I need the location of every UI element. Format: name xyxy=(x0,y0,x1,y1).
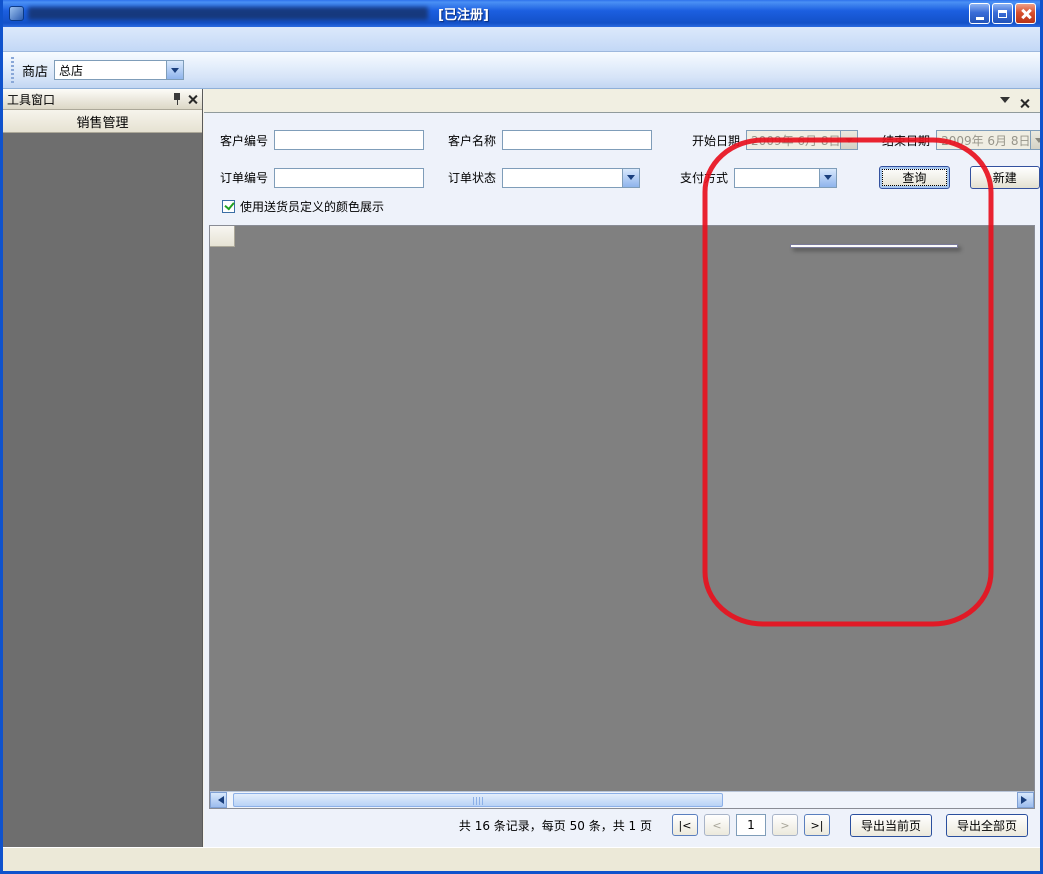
toolbar-grip xyxy=(11,57,14,83)
order-no-input[interactable] xyxy=(274,168,424,188)
chevron-down-icon[interactable] xyxy=(622,169,639,187)
end-date-value: 2009年 6月 8日 xyxy=(937,132,1030,149)
next-page-button[interactable]: > xyxy=(772,814,798,836)
start-date-label: 开始日期 xyxy=(692,132,740,149)
order-no-label: 订单编号 xyxy=(220,169,268,186)
new-button[interactable]: 新建 xyxy=(970,166,1040,189)
order-status-label: 订单状态 xyxy=(448,169,496,186)
pay-method-select[interactable] xyxy=(734,168,837,188)
pager: 共 16 条记录，每页 50 条，共 1 页 |< < 1 > >| 导出当前页… xyxy=(204,809,1040,847)
tab-list-dropdown-icon[interactable] xyxy=(1000,97,1010,108)
scroll-left-icon[interactable] xyxy=(210,792,227,808)
title-registered-badge: [已注册] xyxy=(438,4,489,23)
status-bar xyxy=(3,847,1040,871)
minimize-icon xyxy=(976,17,984,20)
end-date-picker[interactable]: 2009年 6月 8日 xyxy=(936,130,1043,150)
export-current-page-button[interactable]: 导出当前页 xyxy=(850,814,932,837)
horizontal-scrollbar[interactable] xyxy=(210,791,1034,808)
chevron-down-icon xyxy=(840,131,857,149)
chevron-down-icon[interactable] xyxy=(166,61,183,79)
start-date-picker[interactable]: 2009年 6月 8日 xyxy=(746,130,858,150)
customer-no-input[interactable] xyxy=(274,130,424,150)
close-icon[interactable] xyxy=(188,94,198,104)
toolbar: 商店 总店 xyxy=(3,52,1040,89)
export-all-pages-button[interactable]: 导出全部页 xyxy=(946,814,1028,837)
shop-select-value: 总店 xyxy=(55,62,166,79)
chevron-down-icon[interactable] xyxy=(819,169,836,187)
title-redacted-text xyxy=(28,7,428,20)
context-menu xyxy=(790,244,958,248)
close-button[interactable] xyxy=(1015,3,1036,24)
order-status-select[interactable] xyxy=(502,168,640,188)
app-window: [已注册] 商店 总店 工具窗口 销售管理 xyxy=(0,0,1043,874)
tool-window-sidebar: 工具窗口 销售管理 xyxy=(3,89,203,847)
minimize-button[interactable] xyxy=(969,3,990,24)
query-button[interactable]: 查询 xyxy=(879,166,949,189)
chevron-down-icon xyxy=(1030,131,1043,149)
scrollbar-thumb[interactable] xyxy=(233,793,723,807)
shop-label: 商店 xyxy=(22,61,48,80)
tool-window-title: 工具窗口 xyxy=(7,91,55,108)
maximize-button[interactable] xyxy=(992,3,1013,24)
close-icon xyxy=(1021,9,1031,19)
tab-close-icon[interactable] xyxy=(1020,98,1030,108)
shop-select[interactable]: 总店 xyxy=(54,60,184,80)
page-number[interactable]: 1 xyxy=(736,814,766,836)
customer-name-label: 客户名称 xyxy=(448,132,496,149)
last-page-button[interactable]: >| xyxy=(804,814,830,836)
pay-method-label: 支付方式 xyxy=(680,169,728,186)
title-bar: [已注册] xyxy=(3,0,1040,27)
customer-no-label: 客户编号 xyxy=(220,132,268,149)
tab-strip xyxy=(204,89,1040,113)
scroll-right-icon[interactable] xyxy=(1017,792,1034,808)
app-icon xyxy=(9,6,24,21)
maximize-icon xyxy=(998,10,1007,18)
driver-color-checkbox[interactable] xyxy=(222,200,235,213)
filter-form: 客户编号 客户名称 开始日期 2009年 6月 8日 结束日期 2009年 6月… xyxy=(204,113,1040,225)
pin-icon[interactable] xyxy=(172,93,182,105)
prev-page-button[interactable]: < xyxy=(704,814,730,836)
end-date-label: 结束日期 xyxy=(882,132,930,149)
start-date-value: 2009年 6月 8日 xyxy=(747,132,840,149)
sidebar-section-sales[interactable]: 销售管理 xyxy=(3,110,202,133)
record-summary: 共 16 条记录，每页 50 条，共 1 页 xyxy=(459,817,652,834)
menu-bar xyxy=(3,27,1040,52)
customer-name-input[interactable] xyxy=(502,130,652,150)
first-page-button[interactable]: |< xyxy=(672,814,698,836)
main-panel: 客户编号 客户名称 开始日期 2009年 6月 8日 结束日期 2009年 6月… xyxy=(203,89,1040,847)
grid-corner-cell xyxy=(210,226,235,246)
orders-grid xyxy=(209,225,1035,809)
driver-color-label: 使用送货员定义的颜色展示 xyxy=(240,198,384,215)
